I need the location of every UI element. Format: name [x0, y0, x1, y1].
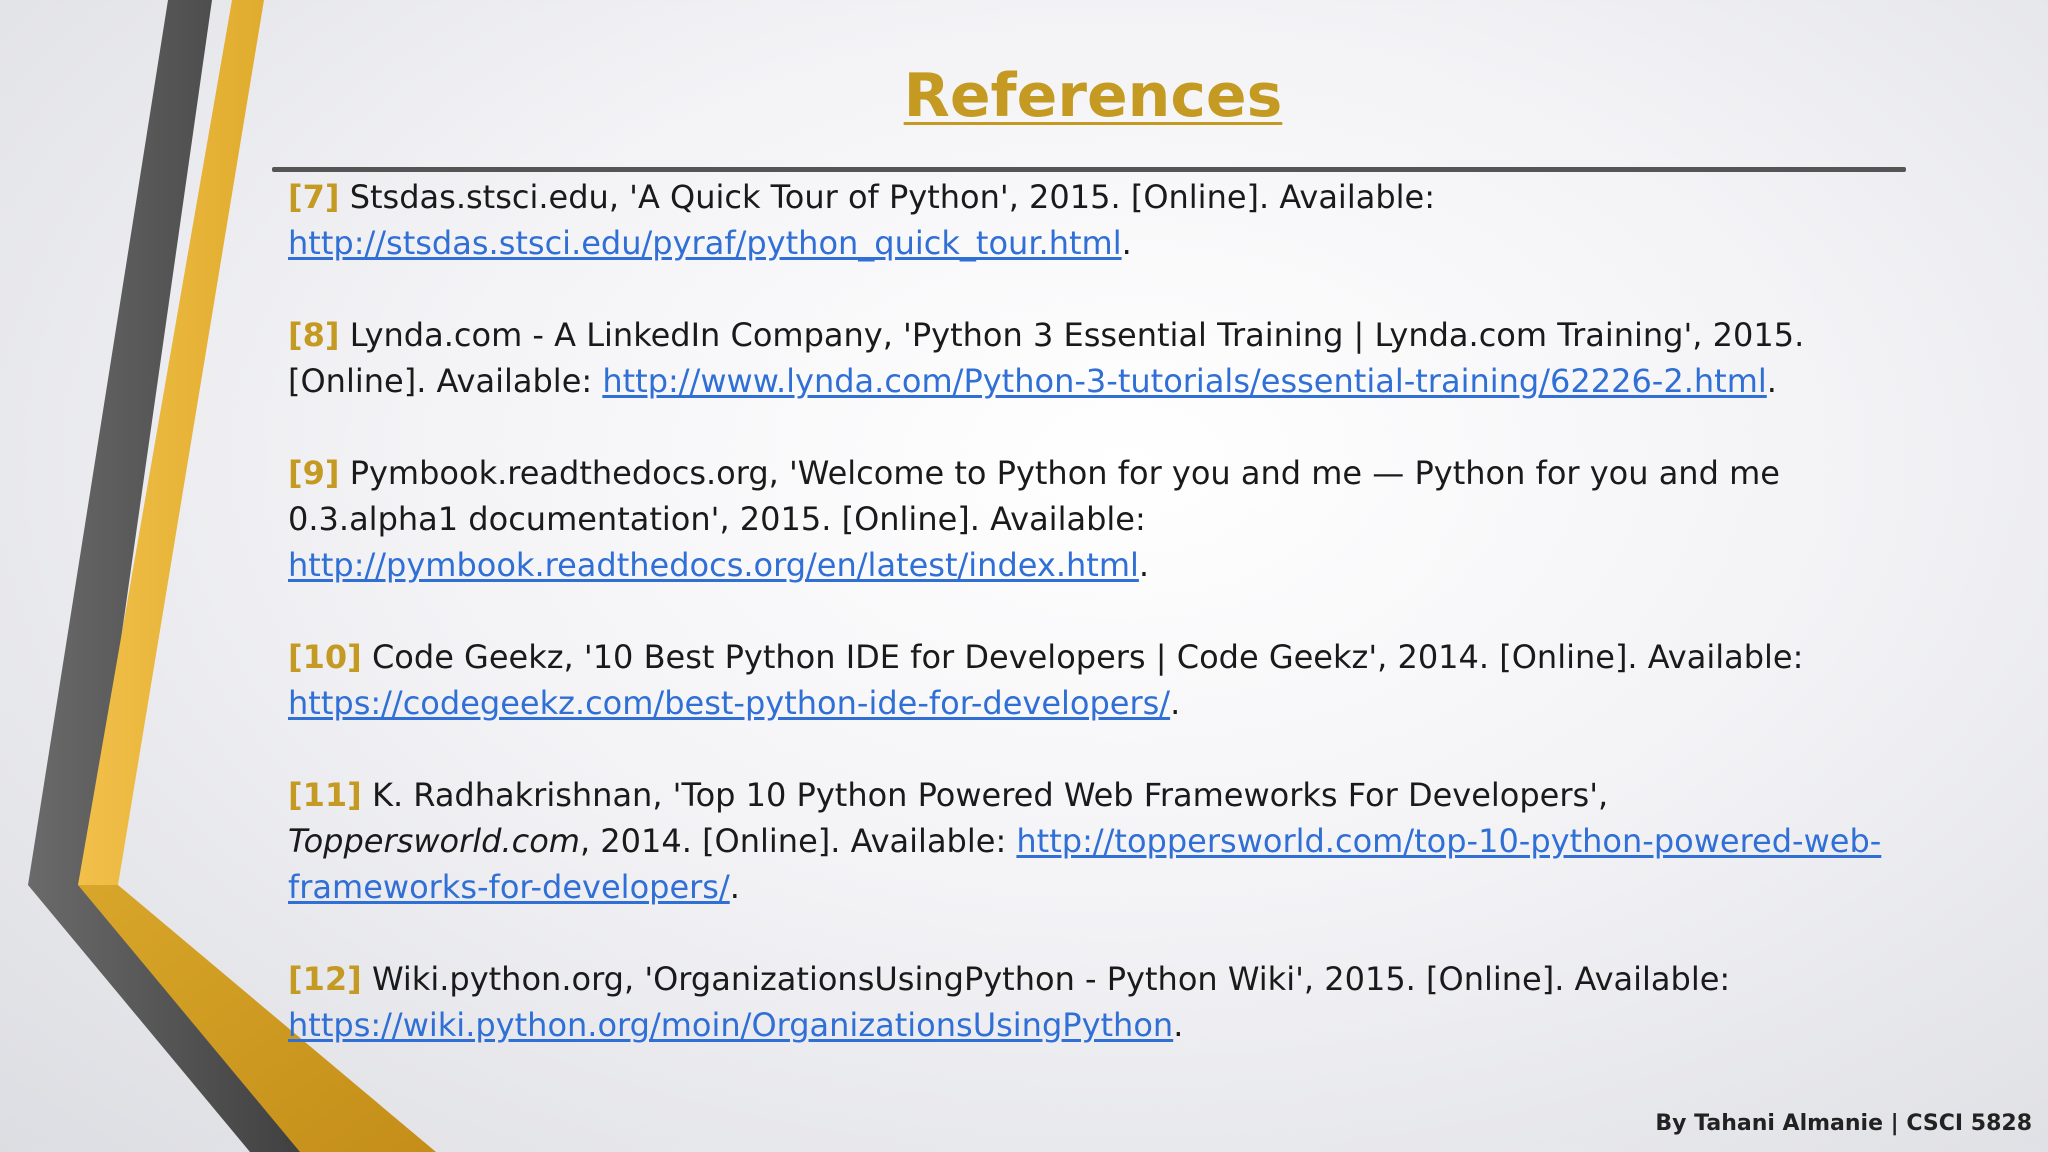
reference-tail: . [729, 868, 740, 906]
reference-number: [12] [288, 960, 362, 998]
reference-item: [12] Wiki.python.org, 'OrganizationsUsin… [288, 956, 1908, 1048]
page-title: References [0, 56, 2048, 136]
footer-credit: By Tahani Almanie | CSCI 5828 [1655, 1111, 2032, 1136]
reference-item: [8] Lynda.com - A LinkedIn Company, 'Pyt… [288, 312, 1908, 404]
reference-tail: . [1170, 684, 1181, 722]
reference-number: [10] [288, 638, 362, 676]
reference-number: [11] [288, 776, 362, 814]
reference-tail: . [1766, 362, 1777, 400]
reference-link[interactable]: https://wiki.python.org/moin/Organizatio… [288, 1006, 1173, 1044]
reference-number: [8] [288, 316, 340, 354]
reference-link[interactable]: http://www.lynda.com/Python-3-tutorials/… [602, 362, 1766, 400]
title-divider [272, 167, 1906, 172]
reference-tail: . [1121, 224, 1132, 262]
reference-tail: . [1138, 546, 1150, 584]
reference-link[interactable]: http://stsdas.stsci.edu/pyraf/python_qui… [288, 224, 1122, 262]
reference-link[interactable]: https://codegeekz.com/best-python-ide-fo… [288, 684, 1170, 722]
reference-item: [11] K. Radhakrishnan, 'Top 10 Python Po… [288, 772, 1908, 910]
reference-text: K. Radhakrishnan, 'Top 10 Python Powered… [361, 776, 1609, 814]
reference-text-continued: , 2014. [Online]. Available: [579, 822, 1017, 860]
reference-list: [7] Stsdas.stsci.edu, 'A Quick Tour of P… [288, 174, 1908, 1094]
reference-item: [10] Code Geekz, '10 Best Python IDE for… [288, 634, 1908, 726]
reference-number: [9] [288, 454, 340, 492]
reference-text: Pymbook.readthedocs.org, 'Welcome to Pyt… [288, 454, 1780, 538]
reference-tail: . [1173, 1006, 1184, 1044]
reference-italic-source: Toppersworld.com [288, 822, 580, 860]
reference-item: [7] Stsdas.stsci.edu, 'A Quick Tour of P… [288, 174, 1908, 266]
reference-text: Code Geekz, '10 Best Python IDE for Deve… [361, 638, 1804, 676]
reference-item: [9] Pymbook.readthedocs.org, 'Welcome to… [288, 450, 1908, 588]
reference-link[interactable]: http://pymbook.readthedocs.org/en/latest… [288, 546, 1139, 584]
reference-text: Stsdas.stsci.edu, 'A Quick Tour of Pytho… [339, 178, 1435, 216]
reference-text: Wiki.python.org, 'OrganizationsUsingPyth… [361, 960, 1731, 998]
page-title-text: References [903, 61, 1283, 131]
reference-number: [7] [288, 178, 340, 216]
